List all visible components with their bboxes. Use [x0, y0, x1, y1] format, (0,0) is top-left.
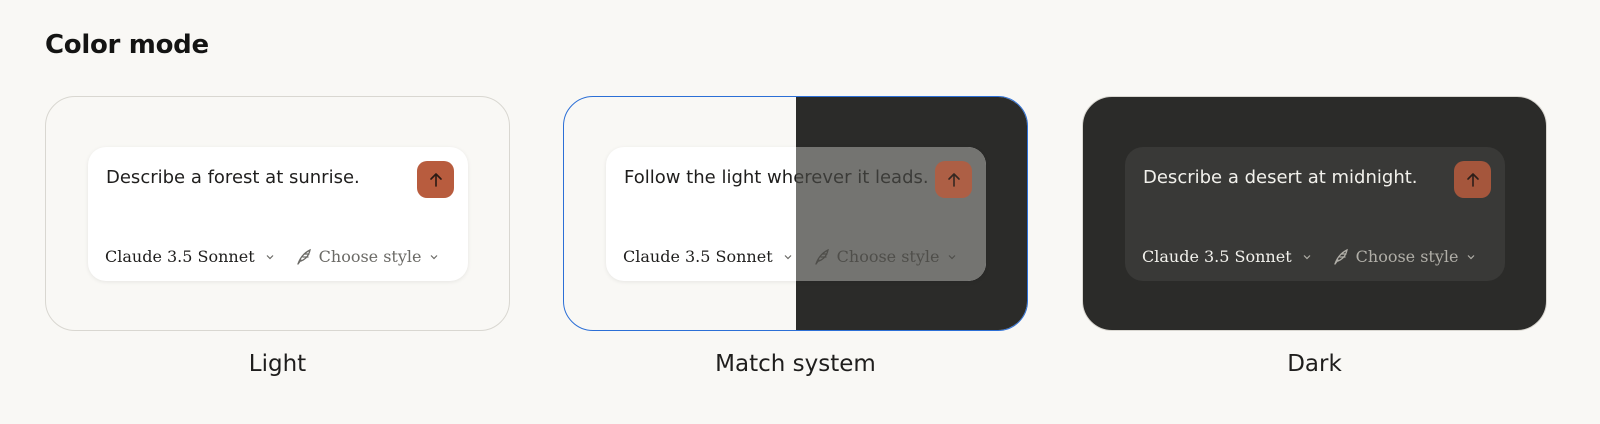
sample-input-card: Describe a forest at sunrise. Claude 3.5… [88, 147, 468, 281]
sample-input-card: Describe a desert at midnight. Claude 3.… [1125, 147, 1505, 281]
style-label: Choose style [1355, 247, 1459, 266]
section-title: Color mode [45, 30, 209, 60]
sample-prompt: Describe a desert at midnight. [1143, 167, 1418, 188]
send-button [1454, 161, 1491, 198]
feather-pen-icon [296, 248, 311, 265]
arrow-up-icon [1466, 172, 1479, 187]
sample-prompt: Describe a forest at sunrise. [106, 167, 360, 188]
color-mode-option-light[interactable]: Describe a forest at sunrise. Claude 3.5… [45, 96, 510, 377]
option-label: Match system [715, 351, 876, 377]
model-label: Claude 3.5 Sonnet [1142, 247, 1292, 266]
chevron-down-icon [784, 254, 792, 259]
dark-preview[interactable]: Describe a desert at midnight. Claude 3.… [1082, 96, 1547, 331]
model-label: Claude 3.5 Sonnet [105, 247, 255, 266]
color-mode-option-match-system[interactable]: Follow the light wherever it leads. Clau… [563, 96, 1028, 377]
dark-overlay [796, 97, 1027, 330]
match-system-preview[interactable]: Follow the light wherever it leads. Clau… [563, 96, 1028, 331]
style-label: Choose style [318, 247, 422, 266]
send-button [417, 161, 454, 198]
chevron-down-icon [431, 254, 438, 259]
chevron-down-icon [1303, 254, 1311, 259]
option-label: Dark [1287, 351, 1342, 377]
feather-pen-icon [1333, 248, 1348, 265]
light-preview[interactable]: Describe a forest at sunrise. Claude 3.5… [45, 96, 510, 331]
arrow-up-icon [429, 172, 442, 187]
color-mode-option-dark[interactable]: Describe a desert at midnight. Claude 3.… [1082, 96, 1547, 377]
chevron-down-icon [266, 254, 274, 259]
option-label: Light [248, 351, 307, 377]
model-label: Claude 3.5 Sonnet [623, 247, 773, 266]
chevron-down-icon [1468, 254, 1475, 259]
